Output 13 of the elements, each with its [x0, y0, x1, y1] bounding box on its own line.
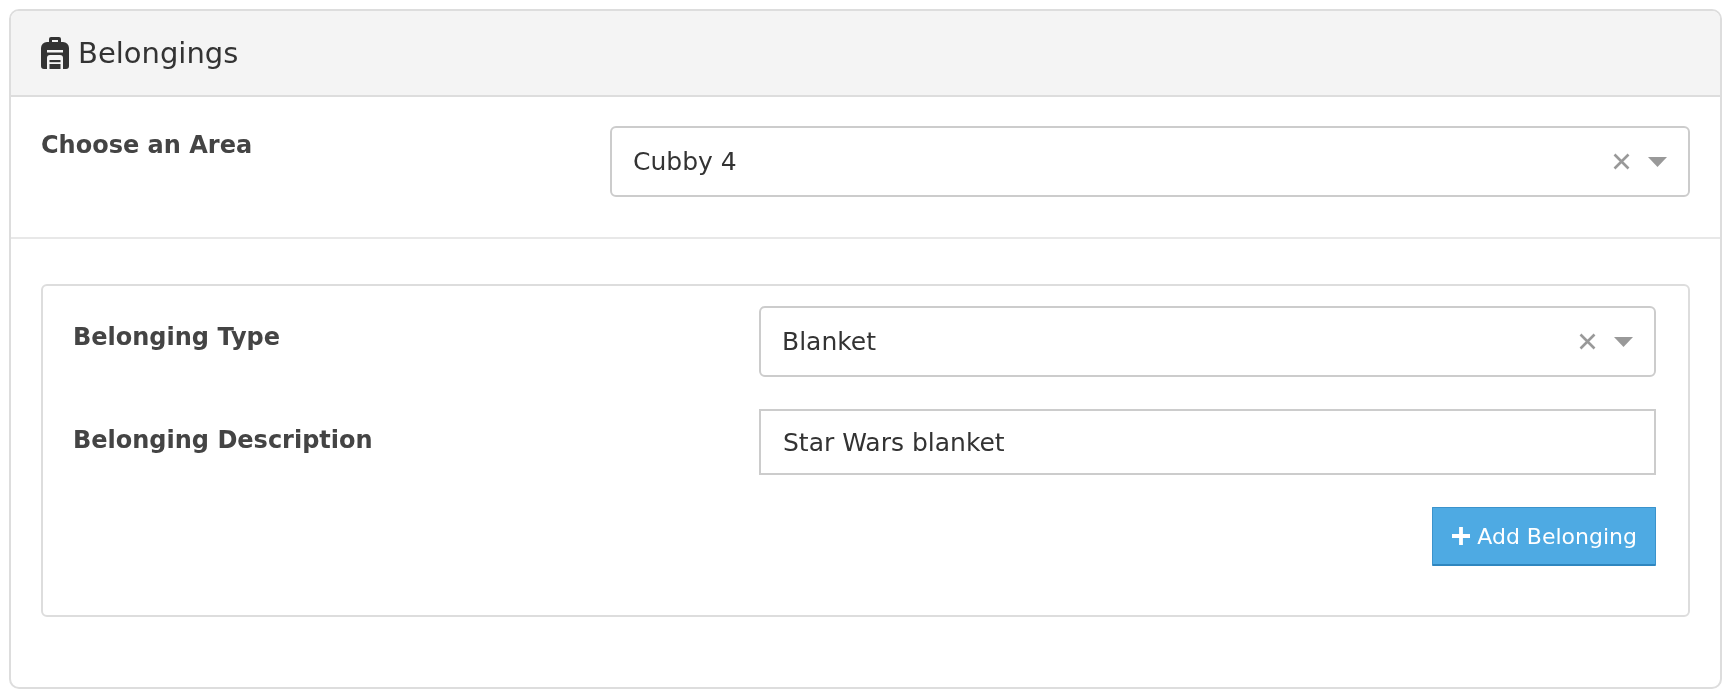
caret-icon	[1648, 156, 1667, 167]
field-label: Belonging Description	[73, 425, 373, 454]
clear-icon[interactable]	[1613, 153, 1630, 170]
field-label: Belonging Type	[73, 322, 281, 351]
type-select[interactable]: Blanket	[759, 306, 1656, 377]
description-input[interactable]: Star Wars blanket	[759, 409, 1656, 475]
clear-icon[interactable]	[1579, 333, 1596, 350]
area-label: Choose an Area	[41, 130, 253, 159]
plus-icon	[1451, 526, 1472, 546]
panel-title: Belongings	[78, 36, 239, 70]
area-select[interactable]: Cubby 4	[610, 126, 1690, 197]
backpack-icon	[41, 37, 69, 69]
caret-icon	[1614, 336, 1633, 347]
